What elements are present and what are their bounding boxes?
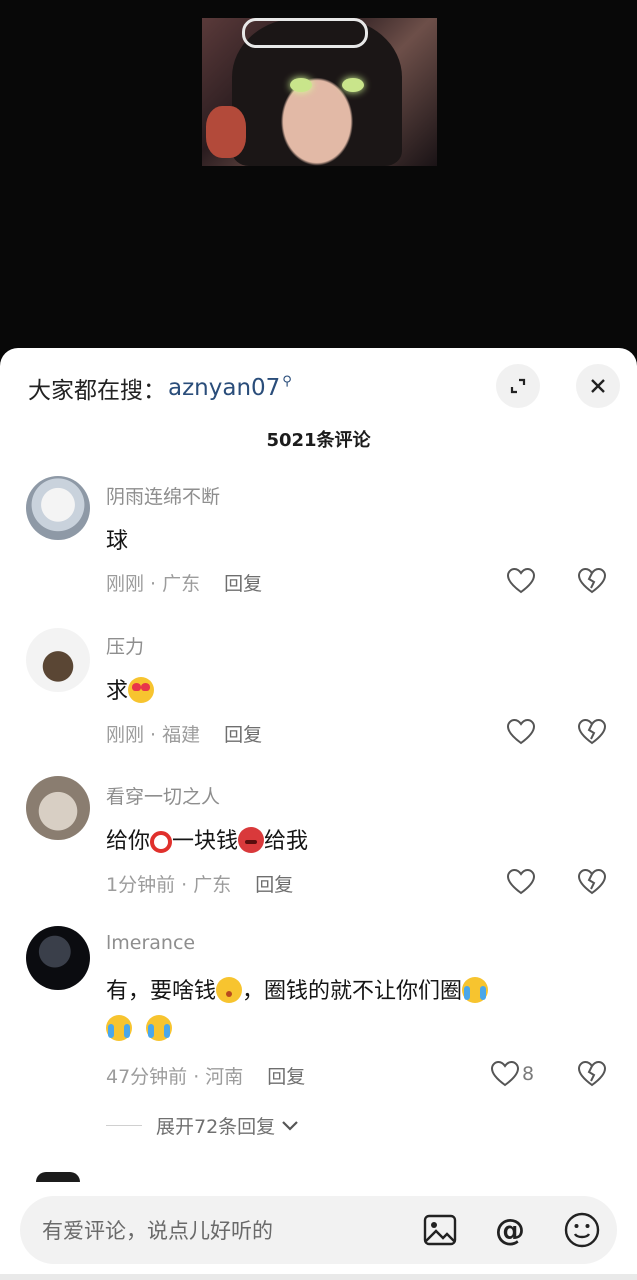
angry-emoji-icon	[238, 827, 265, 853]
expand-replies-button[interactable]: 展开72条回复	[106, 1112, 299, 1139]
laughing-crying-emoji-icon	[106, 1015, 132, 1041]
comment-meta: 1分钟前 · 广东 回复	[106, 870, 293, 897]
dislike-button[interactable]	[577, 567, 607, 599]
trending-search[interactable]: 大家都在搜： aznyan07 ⚲	[28, 371, 292, 405]
comment-text: 球	[106, 529, 129, 554]
like-button[interactable]	[506, 567, 538, 595]
avatar[interactable]	[26, 776, 90, 840]
next-comment-avatar	[36, 1172, 80, 1182]
like-button[interactable]: 8	[490, 1060, 534, 1088]
comment-meta: 47分钟前 · 河南 回复	[106, 1062, 305, 1089]
comment-input-bar: @	[20, 1196, 617, 1266]
kissing-emoji-icon	[216, 977, 243, 1003]
comment-meta: 刚刚 · 福建 回复	[106, 720, 262, 747]
broken-heart-icon	[577, 567, 607, 594]
video-thumbnail	[202, 18, 437, 166]
comment-text: 求	[106, 673, 155, 705]
expand-replies-label: 展开72条回复	[156, 1116, 276, 1138]
video-area[interactable]	[0, 0, 637, 350]
comment-text: 给你 一块钱 给我	[106, 823, 308, 855]
comment-username[interactable]: 压力	[106, 632, 144, 659]
image-icon	[423, 1214, 457, 1246]
search-icon: ⚲	[282, 373, 292, 389]
comment-text-part: 求	[106, 679, 129, 704]
heart-icon	[506, 567, 536, 594]
avatar[interactable]	[26, 628, 90, 692]
broken-heart-icon	[577, 718, 607, 745]
comment-sheet: 大家都在搜： aznyan07 ⚲ 5021条评论 阴雨连绵不断 球 刚刚 · …	[0, 348, 637, 1280]
comment-count: 5021条评论	[266, 430, 371, 451]
heart-icon	[506, 718, 536, 745]
expand-icon	[510, 378, 526, 394]
expand-button[interactable]	[496, 364, 540, 408]
image-button[interactable]	[422, 1212, 458, 1248]
dislike-button[interactable]	[577, 1060, 607, 1092]
avatar[interactable]	[26, 926, 90, 990]
like-count: 8	[522, 1063, 535, 1085]
comment-meta: 刚刚 · 广东 回复	[106, 569, 262, 596]
comment-time: 刚刚 · 广东	[106, 573, 201, 595]
close-icon	[591, 379, 605, 393]
broken-heart-icon	[577, 1060, 607, 1087]
comment-text-part: ，圈钱的就不让你们圈	[242, 979, 463, 1004]
comment-time: 47分钟前 · 河南	[106, 1066, 244, 1088]
reply-button[interactable]: 回复	[224, 724, 262, 746]
close-button[interactable]	[576, 364, 620, 408]
laughing-crying-emoji-icon	[462, 977, 489, 1003]
laughing-crying-emoji-icon	[146, 1015, 172, 1041]
comment-time: 1分钟前 · 广东	[106, 874, 232, 896]
reply-button[interactable]: 回复	[267, 1066, 305, 1088]
at-icon: @	[495, 1212, 525, 1248]
like-button[interactable]	[506, 718, 538, 746]
heart-icon	[490, 1060, 520, 1087]
bottom-strip	[0, 1274, 637, 1280]
trending-search-label: 大家都在搜：	[28, 378, 166, 404]
comment-username[interactable]: lmerance	[106, 932, 195, 954]
divider	[106, 1125, 142, 1126]
reply-button[interactable]: 回复	[224, 573, 262, 595]
comment-text-part: 一块钱	[172, 829, 239, 854]
heart-icon	[506, 868, 536, 895]
comment-username[interactable]: 看穿一切之人	[106, 782, 220, 809]
emoji-button[interactable]	[564, 1212, 600, 1248]
comment-input[interactable]	[40, 1196, 404, 1266]
dislike-button[interactable]	[577, 718, 607, 750]
reply-button[interactable]: 回复	[255, 874, 293, 896]
comment-text-line2	[106, 1015, 172, 1042]
dislike-button[interactable]	[577, 868, 607, 900]
red-circle-emoji-icon	[150, 831, 173, 853]
emoji-icon	[564, 1212, 600, 1248]
like-button[interactable]	[506, 868, 538, 896]
comment-text-part: 给我	[264, 829, 309, 854]
broken-heart-icon	[577, 868, 607, 895]
mention-button[interactable]: @	[492, 1212, 528, 1248]
trending-search-keyword[interactable]: aznyan07	[168, 375, 280, 401]
comment-text-part: 有，要啥钱	[106, 979, 217, 1004]
heart-eyes-emoji-icon	[128, 677, 155, 703]
avatar[interactable]	[26, 476, 90, 540]
comment-time: 刚刚 · 福建	[106, 724, 201, 746]
chevron-down-icon	[282, 1120, 298, 1131]
comment-text-part: 给你	[106, 829, 151, 854]
comment-text: 有，要啥钱 ，圈钱的就不让你们圈	[106, 973, 489, 1005]
comment-username[interactable]: 阴雨连绵不断	[106, 482, 220, 509]
